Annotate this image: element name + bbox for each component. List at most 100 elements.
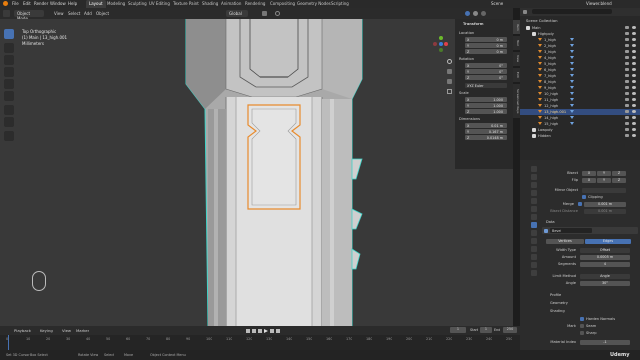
mode-dropdown[interactable]: Object Mode	[14, 10, 44, 21]
pan-hand-icon[interactable]	[447, 69, 452, 74]
tab-scripting[interactable]: Scripting	[328, 0, 352, 8]
start-frame-field[interactable]: 1	[480, 327, 492, 333]
tab-item[interactable]: Item	[513, 20, 520, 34]
visibility-eye-icon[interactable]	[632, 128, 636, 131]
modifier-wrench-icon[interactable]	[570, 104, 574, 107]
visibility-eye-icon[interactable]	[632, 38, 636, 41]
transform-orientation-dropdown[interactable]: Global	[226, 10, 248, 17]
menu-add[interactable]: Add	[84, 11, 92, 16]
editor-type-icon[interactable]	[3, 10, 10, 17]
seam-checkbox[interactable]	[580, 324, 584, 328]
width-type-dropdown[interactable]: Offset	[580, 248, 630, 253]
modifier-wrench-icon[interactable]	[570, 98, 574, 101]
particles-properties-icon[interactable]	[531, 230, 537, 236]
modifier-wrench-icon[interactable]	[570, 38, 574, 41]
current-frame-field[interactable]: 1	[450, 327, 466, 333]
modifier-wrench-icon[interactable]	[570, 92, 574, 95]
tool-properties-icon[interactable]	[531, 166, 537, 172]
modifier-wrench-icon[interactable]	[570, 110, 574, 113]
data-section-label[interactable]: Data	[546, 220, 555, 224]
clipping-checkbox[interactable]	[582, 195, 586, 199]
render-camera-icon[interactable]	[625, 92, 629, 95]
snap-icon[interactable]	[262, 11, 267, 16]
annotate-tool-button[interactable]	[4, 105, 14, 115]
visibility-eye-icon[interactable]	[632, 26, 636, 29]
blender-logo-icon[interactable]	[3, 1, 8, 6]
geometry-section-toggle[interactable]: Geometry	[550, 301, 568, 305]
cursor-tool-button[interactable]	[4, 43, 14, 53]
dimensions-x-field[interactable]: X 0.01 m	[465, 123, 507, 128]
scale-tool-button[interactable]	[4, 79, 14, 89]
flip-y-toggle[interactable]: Y	[597, 178, 611, 183]
tab-rendering[interactable]: Rendering	[242, 0, 268, 8]
flip-x-toggle[interactable]: X	[582, 178, 596, 183]
next-keyframe-icon[interactable]	[270, 329, 274, 333]
outliner-filter-icon[interactable]	[523, 10, 527, 14]
menu-select[interactable]: Select	[68, 11, 80, 16]
location-x-field[interactable]: X0 m	[465, 37, 507, 42]
zoom-icon[interactable]	[447, 59, 452, 64]
tab-edit[interactable]: Edit	[513, 68, 520, 82]
render-camera-icon[interactable]	[625, 110, 629, 113]
bevel-name-field[interactable]: Bevel	[550, 228, 592, 233]
modifier-wrench-icon[interactable]	[570, 122, 574, 125]
timeline-keying-menu[interactable]: Keying	[40, 328, 53, 333]
visibility-eye-icon[interactable]	[632, 50, 636, 53]
material-properties-icon[interactable]	[531, 262, 537, 268]
measure-tool-button[interactable]	[4, 117, 14, 127]
visibility-eye-icon[interactable]	[632, 32, 636, 35]
select-tool-button[interactable]	[4, 29, 14, 39]
sharp-checkbox[interactable]	[580, 331, 584, 335]
tab-layout[interactable]: Layout	[86, 0, 106, 8]
dimensions-y-field[interactable]: Y 0.167 m	[465, 129, 507, 134]
menu-window[interactable]: Window	[50, 1, 66, 6]
add-cube-tool-button[interactable]	[4, 131, 14, 141]
3d-viewport[interactable]: Top Orthographic (1) Main | 13_high.001 …	[0, 19, 513, 326]
rotation-mode-dropdown[interactable]: XYZ Euler	[465, 83, 507, 88]
timeline-playback-menu[interactable]: Playback	[14, 328, 31, 333]
visibility-eye-icon[interactable]	[632, 62, 636, 65]
visibility-eye-icon[interactable]	[632, 80, 636, 83]
mirror-object-field[interactable]	[582, 188, 626, 193]
bevel-edges-tab[interactable]: Edges	[585, 239, 631, 244]
render-camera-icon[interactable]	[625, 86, 629, 89]
view-layer-properties-icon[interactable]	[531, 190, 537, 196]
menu-file[interactable]: File	[12, 1, 19, 6]
modifier-wrench-icon[interactable]	[570, 116, 574, 119]
render-camera-icon[interactable]	[625, 98, 629, 101]
texture-properties-icon[interactable]	[531, 270, 537, 276]
render-camera-icon[interactable]	[625, 128, 629, 131]
visibility-eye-icon[interactable]	[632, 86, 636, 89]
render-properties-icon[interactable]	[531, 174, 537, 180]
harden-normals-checkbox[interactable]	[580, 317, 584, 321]
ortho-grid-icon[interactable]	[447, 89, 452, 94]
end-frame-field[interactable]: 250	[503, 327, 517, 333]
proportional-edit-icon[interactable]	[275, 11, 280, 16]
merge-checkbox[interactable]	[578, 202, 582, 206]
tab-uv-editing[interactable]: UV Editing	[146, 0, 173, 8]
tab-texture-paint[interactable]: Texture Paint	[170, 0, 202, 8]
limit-method-dropdown[interactable]: Angle	[580, 274, 630, 279]
dimensions-z-field[interactable]: Z 0.0148 m	[465, 135, 507, 140]
scene-properties-icon[interactable]	[531, 198, 537, 204]
data-properties-icon[interactable]	[531, 254, 537, 260]
transform-tool-button[interactable]	[4, 91, 14, 101]
render-camera-icon[interactable]	[625, 74, 629, 77]
prev-keyframe-icon[interactable]	[252, 329, 256, 333]
modifier-wrench-icon[interactable]	[570, 68, 574, 71]
bevel-modifier-header[interactable]: Bevel	[542, 227, 638, 234]
rotation-y-field[interactable]: Y 0°	[465, 69, 507, 74]
bisect-distance-field[interactable]: 0.001 m	[584, 209, 626, 214]
gizmo-neg-y-icon[interactable]	[439, 48, 443, 52]
modifier-wrench-icon[interactable]	[570, 62, 574, 65]
render-camera-icon[interactable]	[625, 104, 629, 107]
visibility-eye-icon[interactable]	[632, 98, 636, 101]
tab-screencast-keys[interactable]: Screencast Keys	[513, 84, 520, 118]
visibility-eye-icon[interactable]	[632, 74, 636, 77]
render-camera-icon[interactable]	[625, 62, 629, 65]
render-camera-icon[interactable]	[625, 68, 629, 71]
modifier-wrench-icon[interactable]	[570, 56, 574, 59]
gizmo-z-axis-icon[interactable]	[439, 42, 443, 46]
location-z-field[interactable]: Z0 m	[465, 49, 507, 54]
segments-field[interactable]: 4	[580, 262, 630, 267]
